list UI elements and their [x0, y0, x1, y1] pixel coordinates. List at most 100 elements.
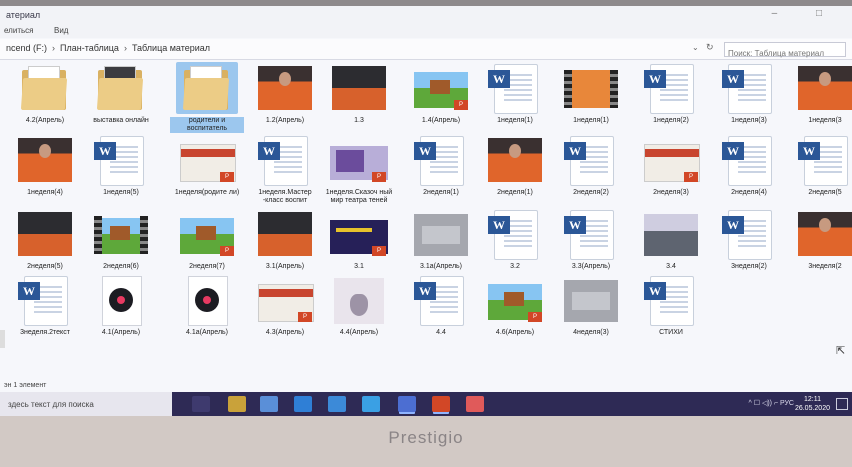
- file-item[interactable]: 2неделя(1): [478, 134, 552, 197]
- file-item[interactable]: W 1неделя.Мастер -класс воспит: [248, 134, 322, 205]
- minimize-button[interactable]: –: [772, 8, 796, 19]
- maximize-button[interactable]: □: [816, 8, 840, 19]
- file-icon[interactable]: [90, 274, 152, 326]
- file-item[interactable]: 2неделя(5): [8, 208, 82, 271]
- file-icon[interactable]: P: [176, 134, 238, 186]
- file-item[interactable]: 1неделя(1): [554, 62, 628, 125]
- breadcrumb-folder[interactable]: План-таблица: [60, 43, 119, 53]
- file-icon[interactable]: W: [718, 134, 780, 186]
- file-icon[interactable]: [484, 134, 546, 186]
- file-icon[interactable]: P: [328, 208, 390, 260]
- file-icon[interactable]: W: [718, 208, 780, 260]
- file-item[interactable]: P 3.1: [322, 208, 396, 271]
- file-item[interactable]: P 1неделя(родите ли): [170, 134, 244, 197]
- file-icon[interactable]: [328, 274, 390, 326]
- file-icon[interactable]: [794, 62, 852, 114]
- file-icon[interactable]: W: [90, 134, 152, 186]
- file-item[interactable]: 3неделя(2: [788, 208, 852, 271]
- file-item[interactable]: выставка онлайн: [84, 62, 158, 125]
- file-icon[interactable]: [794, 208, 852, 260]
- file-item[interactable]: W 1неделя(5): [84, 134, 158, 197]
- file-item[interactable]: 1неделя(4): [8, 134, 82, 197]
- file-icon[interactable]: P: [254, 274, 316, 326]
- task-view-icon[interactable]: [192, 396, 210, 412]
- window-controls[interactable]: – □: [772, 8, 840, 19]
- file-icon[interactable]: [176, 62, 238, 114]
- taskbar-search-text[interactable]: здесь текст для поиска: [8, 400, 94, 409]
- file-icon[interactable]: [90, 208, 152, 260]
- search-input[interactable]: [725, 48, 847, 59]
- file-item[interactable]: 3.1(Апрель): [248, 208, 322, 271]
- edge-icon[interactable]: [294, 396, 312, 412]
- file-item[interactable]: 4.1а(Апрель): [170, 274, 244, 337]
- file-icon[interactable]: P: [484, 274, 546, 326]
- file-item[interactable]: 4.2(Апрель): [8, 62, 82, 125]
- file-item[interactable]: 4.1(Апрель): [84, 274, 158, 337]
- file-item[interactable]: P 2неделя(7): [170, 208, 244, 271]
- file-icon[interactable]: W: [410, 134, 472, 186]
- file-item[interactable]: W 2неделя(1): [404, 134, 478, 197]
- file-icon[interactable]: W: [794, 134, 852, 186]
- refresh-icon[interactable]: ↻: [706, 42, 714, 53]
- taskbar-search[interactable]: здесь текст для поиска: [0, 392, 172, 416]
- file-icon[interactable]: P: [176, 208, 238, 260]
- address-bar[interactable]: ncend (F:) › План-таблица › Таблица материал…: [0, 39, 852, 60]
- photos-icon[interactable]: [398, 396, 416, 412]
- breadcrumb[interactable]: ncend (F:) › План-таблица › Таблица материал: [6, 43, 210, 53]
- store-icon[interactable]: [228, 396, 246, 412]
- file-icon[interactable]: [254, 208, 316, 260]
- file-item[interactable]: 4.4(Апрель): [322, 274, 396, 337]
- file-item[interactable]: 3.1а(Апрель): [404, 208, 478, 271]
- file-item[interactable]: P 2неделя(3): [634, 134, 708, 197]
- file-item[interactable]: 4неделя(3): [554, 274, 628, 337]
- notification-icon[interactable]: [836, 398, 848, 410]
- file-icon[interactable]: [640, 208, 702, 260]
- file-icon[interactable]: [14, 134, 76, 186]
- chrome-icon[interactable]: [362, 396, 380, 412]
- breadcrumb-current[interactable]: Таблица материал: [132, 43, 210, 53]
- file-item[interactable]: 1неделя(3: [788, 62, 852, 125]
- file-icon[interactable]: W: [640, 274, 702, 326]
- file-item[interactable]: W 2неделя(4): [712, 134, 786, 197]
- file-item[interactable]: P 4.6(Апрель): [478, 274, 552, 337]
- file-icon[interactable]: W: [560, 208, 622, 260]
- file-icon[interactable]: W: [484, 62, 546, 114]
- file-icon[interactable]: W: [254, 134, 316, 186]
- file-icon[interactable]: P: [640, 134, 702, 186]
- window-titlebar[interactable]: атериал – □: [0, 6, 852, 24]
- file-item[interactable]: 2неделя(6): [84, 208, 158, 271]
- file-icon[interactable]: W: [718, 62, 780, 114]
- tab-view[interactable]: Вид: [54, 26, 68, 35]
- file-icon[interactable]: [328, 62, 390, 114]
- file-item[interactable]: P 4.3(Апрель): [248, 274, 322, 337]
- file-icon[interactable]: [254, 62, 316, 114]
- breadcrumb-drive[interactable]: ncend (F:): [6, 43, 47, 53]
- file-icon[interactable]: W: [484, 208, 546, 260]
- file-item[interactable]: W 1неделя(2): [634, 62, 708, 125]
- file-item[interactable]: W 1неделя(3): [712, 62, 786, 125]
- file-icon[interactable]: W: [560, 134, 622, 186]
- file-icon[interactable]: [410, 208, 472, 260]
- file-item[interactable]: W 1неделя(1): [478, 62, 552, 125]
- system-tray[interactable]: ^ ☐ ◁)) ⌐ РУС: [749, 399, 795, 407]
- powerpoint-icon[interactable]: [432, 396, 450, 412]
- file-item[interactable]: 3.4: [634, 208, 708, 271]
- file-item[interactable]: W 3.3(Апрель): [554, 208, 628, 271]
- file-icon[interactable]: [176, 274, 238, 326]
- file-icon[interactable]: W: [14, 274, 76, 326]
- file-icon[interactable]: [14, 208, 76, 260]
- mail-icon[interactable]: [260, 396, 278, 412]
- file-item[interactable]: W 3неделя.2текст: [8, 274, 82, 337]
- chevron-down-icon[interactable]: ⌄: [692, 43, 699, 52]
- file-item[interactable]: 1.3: [322, 62, 396, 125]
- file-item[interactable]: P 1неделя.Сказоч ный мир театра теней: [322, 134, 396, 205]
- file-item[interactable]: W СТИХИ: [634, 274, 708, 337]
- pdf-icon[interactable]: [466, 396, 484, 412]
- file-item[interactable]: W 3.2: [478, 208, 552, 271]
- file-icon[interactable]: [14, 62, 76, 114]
- file-icon[interactable]: P: [410, 62, 472, 114]
- clock[interactable]: 12:11 26.05.2020: [795, 395, 830, 413]
- file-icon[interactable]: W: [640, 62, 702, 114]
- file-item[interactable]: родители и воспитатель: [170, 62, 244, 133]
- file-item[interactable]: W 3неделя(2): [712, 208, 786, 271]
